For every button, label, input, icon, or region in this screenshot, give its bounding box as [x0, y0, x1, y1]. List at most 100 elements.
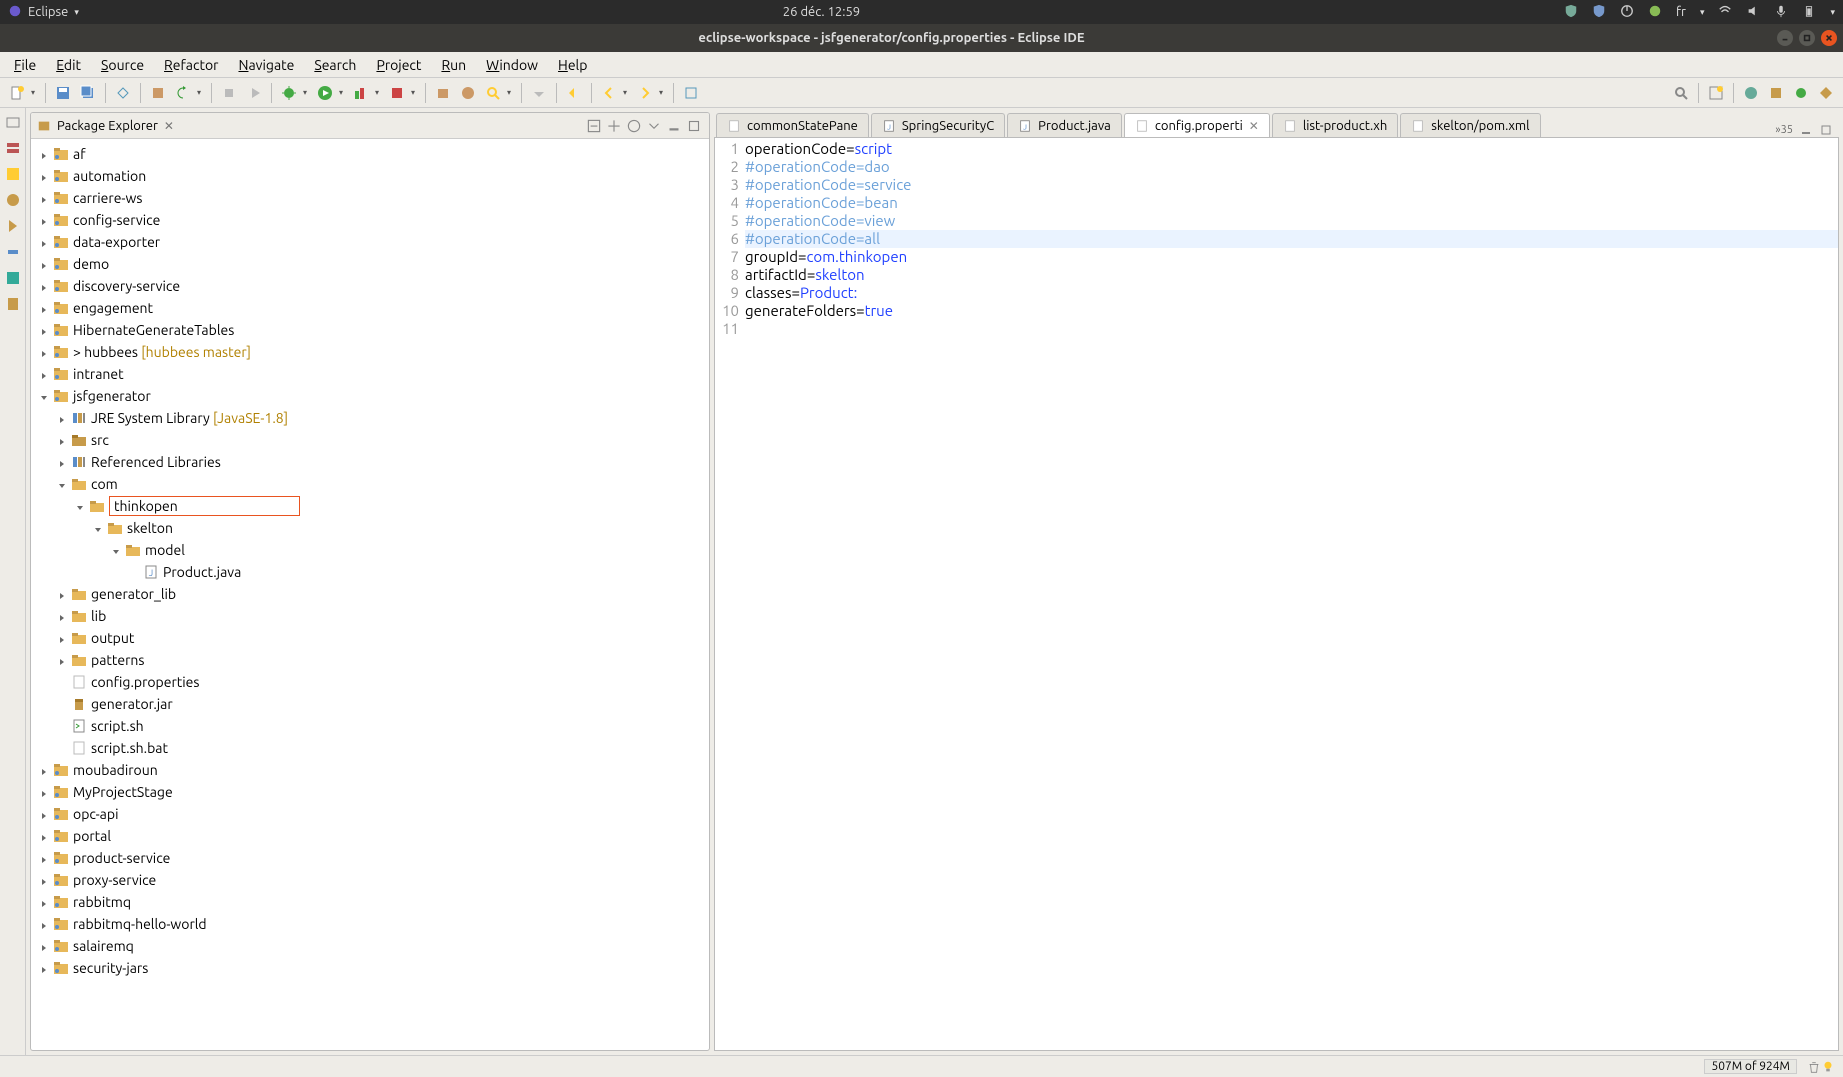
tree-item[interactable]: demo	[31, 253, 709, 275]
lang-dropdown-icon[interactable]: ▾	[1700, 7, 1705, 18]
back-button[interactable]	[598, 82, 620, 104]
minimize-editor-button[interactable]	[1799, 123, 1813, 137]
tree-item[interactable]: model	[31, 539, 709, 561]
expand-icon[interactable]	[39, 962, 51, 974]
expand-icon[interactable]	[39, 918, 51, 930]
skip-button[interactable]	[243, 82, 265, 104]
maximize-editor-button[interactable]	[1819, 123, 1833, 137]
tree-item[interactable]: rabbitmq	[31, 891, 709, 913]
menu-file[interactable]: File	[4, 55, 46, 75]
shield1-icon[interactable]	[1564, 4, 1578, 21]
tree-item[interactable]: patterns	[31, 649, 709, 671]
expand-icon[interactable]	[57, 610, 69, 622]
expand-icon[interactable]	[39, 940, 51, 952]
next-edit-button[interactable]	[563, 82, 585, 104]
code-content[interactable]: operationCode=script#operationCode=dao#o…	[743, 138, 1838, 1050]
open-perspective-button[interactable]	[1705, 82, 1727, 104]
prev-annotation-button[interactable]	[528, 82, 550, 104]
collapse-all-button[interactable]	[585, 117, 603, 135]
search-dropdown-icon[interactable]: ▾	[507, 88, 515, 97]
search-toolbar-button[interactable]	[482, 82, 504, 104]
editor-tab[interactable]: commonStatePane	[716, 113, 869, 137]
forward-dropdown-icon[interactable]: ▾	[659, 88, 667, 97]
minimize-button[interactable]	[1777, 30, 1793, 46]
link-with-editor-button[interactable]	[605, 117, 623, 135]
refresh-dropdown-icon[interactable]: ▾	[197, 88, 205, 97]
tree-item[interactable]: > hubbees [hubbees master]	[31, 341, 709, 363]
expand-icon[interactable]	[39, 786, 51, 798]
tree-item[interactable]: product-service	[31, 847, 709, 869]
tree-item[interactable]: generator_lib	[31, 583, 709, 605]
expand-icon[interactable]	[39, 170, 51, 182]
save-all-button[interactable]	[77, 82, 99, 104]
tree-item[interactable]: rabbitmq-hello-world	[31, 913, 709, 935]
restore-view-icon[interactable]	[5, 114, 21, 130]
expand-icon[interactable]	[39, 896, 51, 908]
editor-tab[interactable]: JProduct.java	[1007, 113, 1122, 137]
expand-icon[interactable]	[57, 434, 69, 446]
tree-item[interactable]: generator.jar	[31, 693, 709, 715]
expand-icon[interactable]	[39, 808, 51, 820]
expand-icon[interactable]	[57, 676, 69, 688]
menu-edit[interactable]: Edit	[46, 55, 91, 75]
editor-tab[interactable]: config.properti✕	[1124, 113, 1270, 137]
new-button[interactable]	[6, 82, 28, 104]
expand-icon[interactable]	[39, 764, 51, 776]
editor-tab[interactable]: list-product.xh	[1272, 113, 1398, 137]
expand-icon[interactable]	[39, 852, 51, 864]
minimize-view-button[interactable]	[665, 117, 683, 135]
expand-icon[interactable]	[57, 698, 69, 710]
expand-icon[interactable]	[111, 544, 123, 556]
expand-icon[interactable]	[39, 280, 51, 292]
menu-run[interactable]: Run	[431, 55, 476, 75]
menu-help[interactable]: Help	[548, 55, 597, 75]
ext-tools-button[interactable]	[386, 82, 408, 104]
expand-icon[interactable]	[93, 522, 105, 534]
markers-view-icon[interactable]	[5, 192, 21, 208]
tab-overflow-indicator[interactable]: »35	[1775, 124, 1793, 136]
project-tree[interactable]: afautomationcarriere-wsconfig-servicedat…	[31, 139, 709, 1050]
menu-refactor[interactable]: Refactor	[154, 55, 228, 75]
tree-item[interactable]: intranet	[31, 363, 709, 385]
expand-icon[interactable]	[39, 258, 51, 270]
power-icon[interactable]	[1620, 4, 1634, 21]
perspective-debug-button[interactable]	[1790, 82, 1812, 104]
tree-item[interactable]: carriere-ws	[31, 187, 709, 209]
coverage-button[interactable]	[350, 82, 372, 104]
tree-item[interactable]: src	[31, 429, 709, 451]
expand-icon[interactable]	[39, 236, 51, 248]
maximize-button[interactable]	[1799, 30, 1815, 46]
rename-input[interactable]	[109, 496, 300, 516]
refresh-button[interactable]	[172, 82, 194, 104]
perspective-java-button[interactable]	[1765, 82, 1787, 104]
language-indicator[interactable]: fr	[1676, 5, 1686, 19]
expand-icon[interactable]	[39, 192, 51, 204]
tree-item[interactable]: lib	[31, 605, 709, 627]
debug-button[interactable]	[278, 82, 300, 104]
tree-item[interactable]: engagement	[31, 297, 709, 319]
heap-status[interactable]: 507M of 924M	[1704, 1059, 1797, 1074]
expand-icon[interactable]	[39, 830, 51, 842]
menu-navigate[interactable]: Navigate	[228, 55, 304, 75]
trash-icon[interactable]	[1807, 1060, 1821, 1074]
expand-icon[interactable]	[39, 390, 51, 402]
back-dropdown-icon[interactable]: ▾	[623, 88, 631, 97]
expand-icon[interactable]	[57, 412, 69, 424]
close-tab-icon[interactable]: ✕	[1249, 119, 1259, 133]
perspective-git-button[interactable]	[1815, 82, 1837, 104]
tree-item[interactable]: moubadiroun	[31, 759, 709, 781]
tree-item[interactable]: portal	[31, 825, 709, 847]
expand-icon[interactable]	[129, 566, 141, 578]
tree-item[interactable]: jsfgenerator	[31, 385, 709, 407]
expand-icon[interactable]	[39, 874, 51, 886]
perspective-jee-button[interactable]	[1740, 82, 1762, 104]
run-button[interactable]	[314, 82, 336, 104]
text-editor[interactable]: 1234567891011 operationCode=script#opera…	[714, 138, 1839, 1051]
tasks-view-icon[interactable]	[5, 296, 21, 312]
shield2-icon[interactable]	[1592, 4, 1606, 21]
update-icon[interactable]	[1648, 4, 1662, 21]
new-dropdown-icon[interactable]: ▾	[31, 88, 39, 97]
tree-item[interactable]: skelton	[31, 517, 709, 539]
servers-view-icon[interactable]	[5, 140, 21, 156]
progress-view-icon[interactable]	[5, 244, 21, 260]
